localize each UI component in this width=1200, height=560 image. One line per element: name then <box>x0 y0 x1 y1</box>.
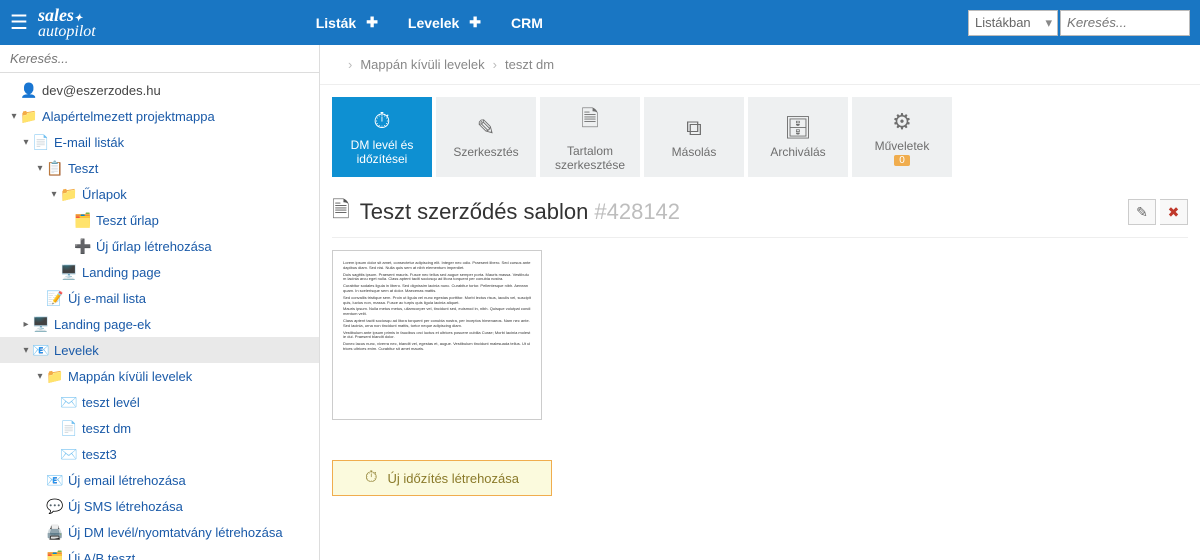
tab-label: Szerkesztés <box>453 145 518 159</box>
add-list-icon <box>46 290 64 307</box>
page-title: Teszt szerződés sablon <box>360 199 589 225</box>
form-icon <box>74 212 92 229</box>
sidebar-item-new-dm[interactable]: Új DM levél/nyomtatvány létrehozása <box>0 519 319 545</box>
folder-icon <box>60 186 78 203</box>
ab-test-icon <box>46 550 64 560</box>
title-bar: 🗎 Teszt szerződés sablon #428142 ✎ ✖ <box>332 193 1188 238</box>
stopwatch-icon: ⏱ <box>373 108 390 134</box>
tab-content-edit[interactable]: 🗎 Tartalom szerkesztése <box>540 97 640 177</box>
actions-badge: 0 <box>894 155 910 166</box>
tab-label: Tartalom szerkesztése <box>546 144 634 172</box>
search-scope-label: Listákban <box>975 15 1031 30</box>
folder-icon <box>46 368 64 385</box>
print-icon <box>46 524 64 541</box>
topnav-letters-label: Levelek <box>408 15 459 31</box>
sidebar-item-new-form[interactable]: Új űrlap létrehozása <box>0 233 319 259</box>
sidebar-item-test-form[interactable]: Teszt űrlap <box>0 207 319 233</box>
sidebar-item-new-email[interactable]: Új email létrehozása <box>0 467 319 493</box>
sidebar-item-test-dm[interactable]: teszt dm <box>0 415 319 441</box>
topnav: Listák ✚ Levelek ✚ CRM <box>316 14 543 31</box>
envelope-icon <box>60 446 78 463</box>
monitor-icon <box>32 316 50 333</box>
page-id: #428142 <box>594 199 680 225</box>
sidebar-item-forms[interactable]: ▾Űrlapok <box>0 181 319 207</box>
breadcrumb-a[interactable]: Mappán kívüli levelek <box>360 57 484 72</box>
plus-icon: ✚ <box>469 14 481 31</box>
tab-copy[interactable]: ⧉ Másolás <box>644 97 744 177</box>
archive-icon: 🗄 <box>784 115 812 141</box>
topnav-lists-label: Listák <box>316 15 356 31</box>
document-preview[interactable]: Lorem ipsum dolor sit amet, consectetur … <box>332 250 542 420</box>
gears-icon: ⚙ <box>892 109 912 135</box>
sidebar-search <box>0 45 319 73</box>
pdf-icon: 🗎 <box>332 193 350 231</box>
mail-plus-icon <box>46 472 64 489</box>
page-icon <box>32 134 50 151</box>
sidebar-item-new-sms[interactable]: Új SMS létrehozása <box>0 493 319 519</box>
sidebar-item-folderless[interactable]: ▾Mappán kívüli levelek <box>0 363 319 389</box>
delete-button[interactable]: ✖ <box>1160 199 1188 225</box>
tab-label: Műveletek <box>875 139 930 153</box>
edit-button[interactable]: ✎ <box>1128 199 1156 225</box>
tab-label: DM levél és időzítései <box>338 138 426 166</box>
breadcrumb: › Mappán kívüli levelek › teszt dm <box>320 45 1200 85</box>
topnav-lists[interactable]: Listák ✚ <box>316 14 378 31</box>
menu-icon[interactable]: ☰ <box>10 10 28 35</box>
add-icon <box>74 238 92 255</box>
sidebar-item-letters[interactable]: ▾Levelek <box>0 337 319 363</box>
sidebar-item-landing-page[interactable]: Landing page <box>0 259 319 285</box>
folder-icon <box>20 108 38 125</box>
sidebar-item-test3[interactable]: teszt3 <box>0 441 319 467</box>
search-scope-select[interactable]: Listákban <box>968 10 1058 36</box>
tab-edit[interactable]: ✎ Szerkesztés <box>436 97 536 177</box>
mail-icon <box>32 342 50 359</box>
breadcrumb-b[interactable]: teszt dm <box>505 57 554 72</box>
sms-icon <box>46 498 64 515</box>
pencil-icon: ✎ <box>477 115 495 141</box>
tab-label: Másolás <box>672 145 717 159</box>
sidebar-item-default-folder[interactable]: ▾Alapértelmezett projektmappa <box>0 103 319 129</box>
topnav-crm[interactable]: CRM <box>511 14 543 31</box>
sidebar-item-test-letter[interactable]: teszt levél <box>0 389 319 415</box>
sidebar-user[interactable]: dev@eszerzodes.hu <box>0 77 319 103</box>
stopwatch-icon: ⏱ <box>365 469 377 487</box>
sidebar-item-landing-pages[interactable]: ▸Landing page-ek <box>0 311 319 337</box>
sidebar-search-input[interactable] <box>10 51 309 66</box>
monitor-icon <box>60 264 78 281</box>
envelope-icon <box>60 394 78 411</box>
tab-dm-schedule[interactable]: ⏱ DM levél és időzítései <box>332 97 432 177</box>
topbar: ☰ sales✦ autopilot Listák ✚ Levelek ✚ CR… <box>0 0 1200 45</box>
sidebar-item-test[interactable]: ▾Teszt <box>0 155 319 181</box>
copy-icon: ⧉ <box>686 115 702 141</box>
sidebar-item-new-email-list[interactable]: Új e-mail lista <box>0 285 319 311</box>
sidebar-item-new-ab[interactable]: Új A/B teszt <box>0 545 319 560</box>
search-input[interactable] <box>1060 10 1190 36</box>
tab-bar: ⏱ DM levél és időzítései ✎ Szerkesztés 🗎… <box>320 85 1200 177</box>
sidebar-item-email-lists[interactable]: ▾E-mail listák <box>0 129 319 155</box>
page-icon <box>60 420 78 437</box>
plus-icon: ✚ <box>366 14 378 31</box>
code-page-icon: 🗎 <box>581 102 599 140</box>
topnav-crm-label: CRM <box>511 15 543 31</box>
topnav-letters[interactable]: Levelek ✚ <box>408 14 481 31</box>
tab-actions[interactable]: ⚙ Műveletek 0 <box>852 97 952 177</box>
tab-archive[interactable]: 🗄 Archiválás <box>748 97 848 177</box>
sidebar: dev@eszerzodes.hu ▾Alapértelmezett proje… <box>0 45 320 560</box>
app-logo: sales✦ autopilot <box>38 6 96 40</box>
new-timing-button[interactable]: ⏱ Új időzítés létrehozása <box>332 460 552 496</box>
tab-label: Archiválás <box>770 145 825 159</box>
list-icon <box>46 160 64 177</box>
user-icon <box>20 82 38 99</box>
new-timing-label: Új időzítés létrehozása <box>387 471 519 486</box>
